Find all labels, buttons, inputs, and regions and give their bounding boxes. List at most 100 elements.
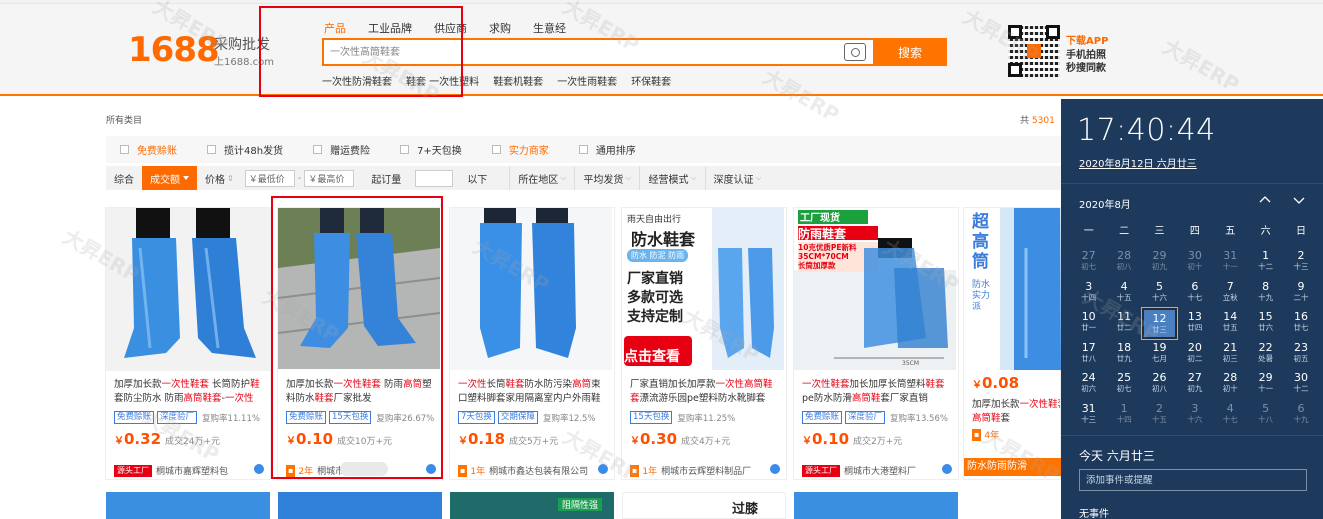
seller-name[interactable]: 桐城市鑫达包装有限公司 xyxy=(489,464,588,477)
calendar-day[interactable]: 31 十一 xyxy=(1213,247,1248,278)
calendar-day[interactable]: 6 十九 xyxy=(1283,400,1318,431)
moq-input[interactable] xyxy=(415,169,454,187)
search-button[interactable]: 搜索 xyxy=(873,38,947,66)
checkbox[interactable] xyxy=(578,145,588,154)
dropdown-region[interactable]: 所在地区 ⌵ xyxy=(509,166,574,190)
calendar-day[interactable]: 19 七月 xyxy=(1142,339,1177,370)
seller-info[interactable]: 源头工厂 桐城市大港塑料厂 xyxy=(802,464,952,477)
chat-icon[interactable] xyxy=(598,464,608,474)
add-event-input[interactable] xyxy=(1079,469,1307,491)
dropdown-business-mode[interactable]: 经营模式 ⌵ xyxy=(639,166,704,190)
calendar-day[interactable]: 29 初九 xyxy=(1142,247,1177,278)
calendar-day[interactable]: 7 立秋 xyxy=(1213,278,1248,309)
seller-info[interactable]: ▪ 1年 桐城市鑫达包装有限公司 xyxy=(458,464,608,477)
calendar-day[interactable]: 6 十七 xyxy=(1177,278,1212,309)
calendar-day-today[interactable]: 12 廿三 xyxy=(1140,307,1179,340)
product-title[interactable]: 一次性长筒鞋套防水防污染高筒束口塑料脚套家用隔离室内户外雨鞋 xyxy=(458,378,610,406)
calendar-day[interactable]: 5 十八 xyxy=(1248,400,1283,431)
price-max-input[interactable]: ￥最高价 xyxy=(304,169,355,187)
calendar-day[interactable]: 30 十二 xyxy=(1283,369,1318,400)
filter-general-sort[interactable]: 通用排序 xyxy=(578,142,636,157)
service-tag[interactable]: 7天包换 xyxy=(458,411,495,424)
chevron-up-icon[interactable] xyxy=(1259,194,1271,206)
calendar-day[interactable]: 4 十七 xyxy=(1213,400,1248,431)
product-card-bottom[interactable] xyxy=(794,492,960,519)
calendar-day[interactable]: 21 初三 xyxy=(1213,339,1248,370)
calendar-day[interactable]: 14 廿五 xyxy=(1213,308,1248,339)
seller-info[interactable]: ▪ 4年 xyxy=(972,428,1060,441)
breadcrumb[interactable]: 所有类目 xyxy=(106,113,142,126)
checkbox[interactable] xyxy=(120,145,129,154)
calendar-day[interactable]: 28 初八 xyxy=(1106,247,1141,278)
dropdown-certification[interactable]: 深度认证 ⌵ xyxy=(704,166,770,190)
calendar-day[interactable]: 3 十四 xyxy=(1071,278,1106,309)
seller-name[interactable]: 桐城市云辉塑料制品厂 xyxy=(661,464,751,477)
product-card-bottom[interactable] xyxy=(106,492,272,519)
calendar-day[interactable]: 17 廿八 xyxy=(1071,339,1106,370)
calendar-day[interactable]: 30 初十 xyxy=(1177,247,1212,278)
service-tag[interactable]: 免费赊账 xyxy=(802,411,843,424)
calendar-day[interactable]: 10 廿一 xyxy=(1071,308,1106,339)
sort-volume[interactable]: 成交额 xyxy=(142,166,197,190)
calendar-day[interactable]: 22 处暑 xyxy=(1248,339,1283,370)
calendar-day[interactable]: 2 十五 xyxy=(1142,400,1177,431)
checkbox[interactable] xyxy=(491,145,501,154)
calendar-day[interactable]: 3 十六 xyxy=(1177,400,1212,431)
service-tag[interactable]: 15天包换 xyxy=(630,411,673,424)
calendar-day[interactable]: 11 廿二 xyxy=(1106,308,1141,339)
seller-name[interactable]: 桐城市嘉辉塑料包 xyxy=(156,464,228,477)
seller-info[interactable]: ▪ 1年 桐城市云辉塑料制品厂 xyxy=(630,464,780,477)
calendar-day[interactable]: 27 初九 xyxy=(1177,369,1212,400)
checkbox[interactable] xyxy=(313,145,323,154)
calendar-day[interactable]: 23 初五 xyxy=(1283,339,1318,370)
calendar-day[interactable]: 28 初十 xyxy=(1213,369,1248,400)
chat-icon[interactable] xyxy=(254,464,264,474)
calendar-day[interactable]: 18 廿九 xyxy=(1106,339,1141,370)
checkbox[interactable] xyxy=(207,145,216,154)
calendar-day[interactable]: 8 十九 xyxy=(1248,278,1283,309)
checkbox[interactable] xyxy=(400,145,410,154)
sort-general[interactable]: 综合 xyxy=(106,166,142,190)
filter-strong-merchant[interactable]: 实力商家 xyxy=(491,142,549,157)
hot-word[interactable]: 鞋套机鞋套 xyxy=(493,73,543,88)
camera-icon[interactable] xyxy=(844,43,866,61)
search-tab-business[interactable]: 生意经 xyxy=(533,20,566,36)
calendar-day[interactable]: 13 廿四 xyxy=(1177,308,1212,339)
service-tag[interactable]: 深度验厂 xyxy=(845,411,886,424)
filter-7day-exchange[interactable]: 7+天包换 xyxy=(400,142,462,157)
qr-code[interactable] xyxy=(1008,25,1060,77)
search-tab-buying[interactable]: 求购 xyxy=(489,20,511,36)
product-title[interactable]: 加厚加长款一次性鞋套 长筒防护鞋套防尘防水 防雨高筒鞋套-一次性 xyxy=(114,378,266,406)
seller-info[interactable]: 源头工厂 桐城市嘉辉塑料包 xyxy=(114,464,264,477)
calendar-day[interactable]: 27 初七 xyxy=(1071,247,1106,278)
site-logo[interactable]: 1688 xyxy=(128,30,220,70)
hot-word[interactable]: 一次性雨鞋套 xyxy=(557,73,617,88)
chat-icon[interactable] xyxy=(942,464,952,474)
filter-shipping-insurance[interactable]: 赠运费险 xyxy=(313,142,370,157)
seller-name[interactable]: 桐城市大港塑料厂 xyxy=(844,464,916,477)
clock-date-link[interactable]: 2020年8月12日 六月廿三 xyxy=(1079,155,1197,170)
calendar-day[interactable]: 4 十五 xyxy=(1106,278,1141,309)
sort-price[interactable]: 价格 ⇕ xyxy=(197,166,242,190)
calendar-day[interactable]: 26 初八 xyxy=(1142,369,1177,400)
calendar-day[interactable]: 5 十六 xyxy=(1142,278,1177,309)
hot-word[interactable]: 环保鞋套 xyxy=(631,73,671,88)
month-title[interactable]: 2020年8月 xyxy=(1079,196,1131,211)
download-app-link[interactable]: 下载APP xyxy=(1066,32,1108,47)
calendar-day[interactable]: 25 初七 xyxy=(1106,369,1141,400)
calendar-day[interactable]: 16 廿七 xyxy=(1283,308,1318,339)
chevron-down-icon[interactable] xyxy=(1293,194,1305,206)
product-title[interactable]: 加厚加长款一次性鞋套防尘防水 防高筒鞋套 xyxy=(972,398,1060,426)
product-title[interactable]: 厂家直销加长加厚款一次性高筒鞋套漂流游乐园pe塑料防水靴脚套 xyxy=(630,378,782,406)
calendar-day[interactable]: 1 十二 xyxy=(1248,247,1283,278)
filter-48h-ship[interactable]: 揽计48h发货 xyxy=(207,142,283,157)
product-card-bottom[interactable] xyxy=(278,492,444,519)
calendar-day[interactable]: 9 二十 xyxy=(1283,278,1318,309)
service-tag[interactable]: 深度验厂 xyxy=(157,411,198,424)
product-title[interactable]: 一次性鞋套加长加厚长筒塑料鞋套pe防水防滑高筒鞋套厂家直销 xyxy=(802,378,954,406)
service-tag[interactable]: 免费赊账 xyxy=(114,411,155,424)
calendar-day[interactable]: 24 初六 xyxy=(1071,369,1106,400)
calendar-day[interactable]: 1 十四 xyxy=(1106,400,1141,431)
product-image-3[interactable] xyxy=(450,208,612,370)
dropdown-avg-ship[interactable]: 平均发货 ⌵ xyxy=(574,166,639,190)
